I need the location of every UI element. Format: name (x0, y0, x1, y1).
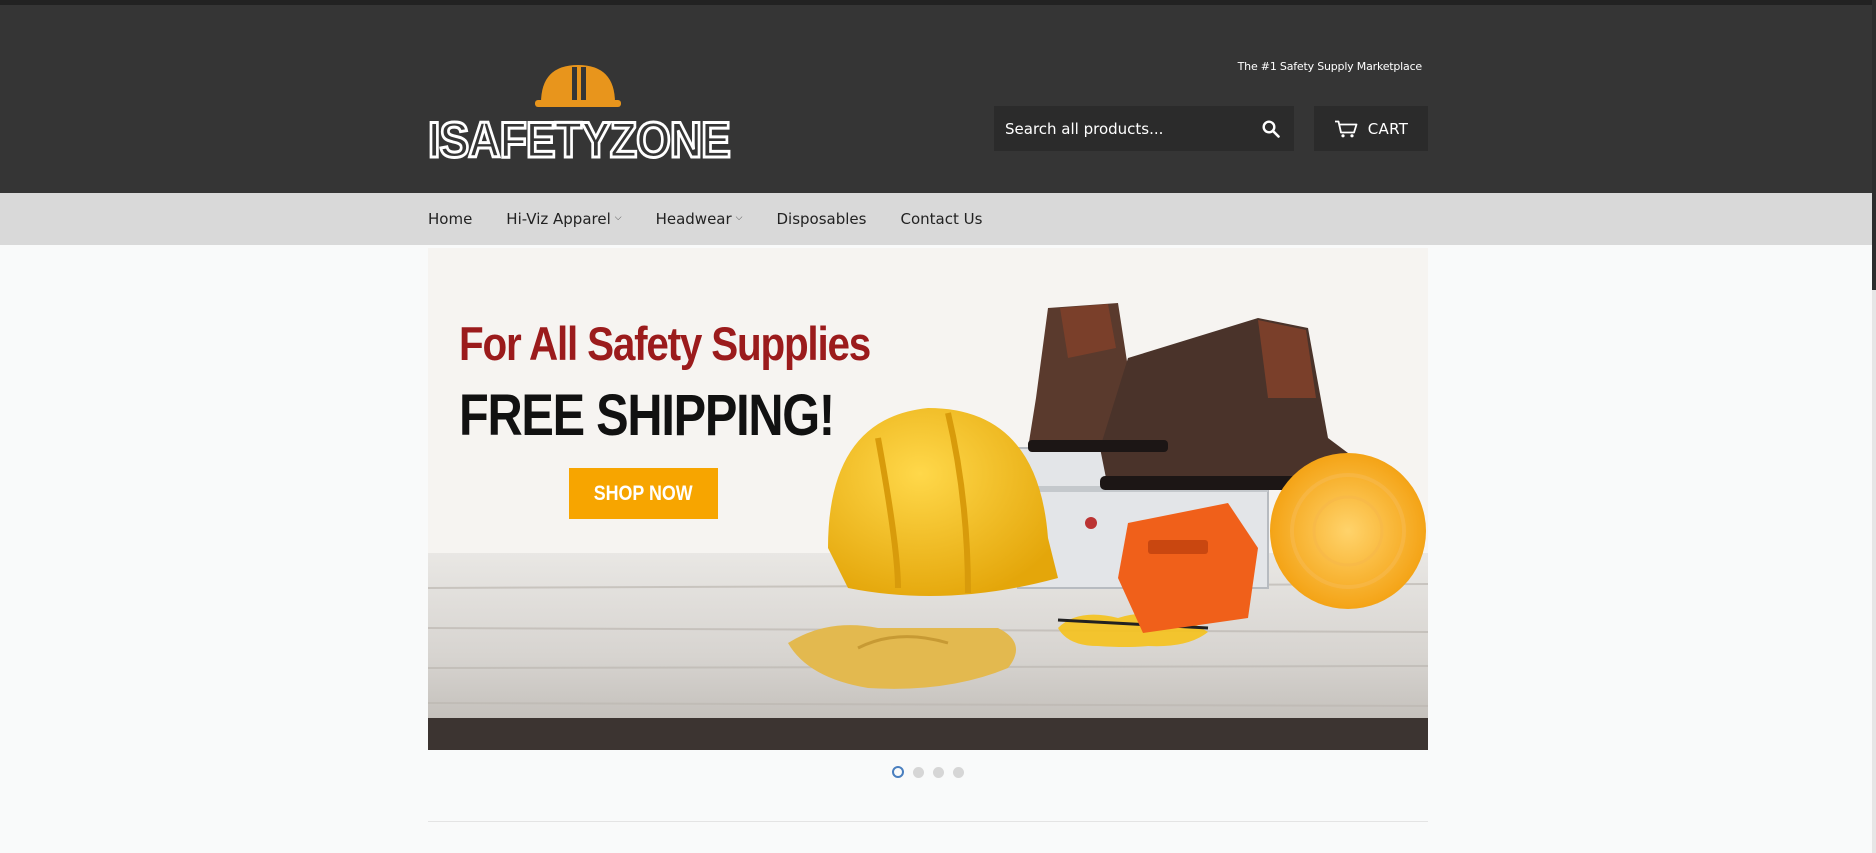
nav-item-headwear[interactable]: Headwear ⌵ (656, 210, 743, 228)
tagline: The #1 Safety Supply Marketplace (1237, 60, 1423, 73)
search-input[interactable] (995, 107, 1249, 150)
cart-icon (1334, 120, 1358, 137)
site-logo[interactable]: ISAFETYZONE (427, 60, 733, 170)
cart-button[interactable]: CART (1314, 106, 1428, 151)
nav-item-hi-viz-apparel[interactable]: Hi-Viz Apparel ⌵ (506, 210, 621, 228)
slider-dot-4[interactable] (953, 766, 964, 778)
logo-wordmark: ISAFETYZONE (428, 112, 730, 160)
hero-subheadline: FREE SHIPPING! (459, 383, 835, 448)
search-form (994, 106, 1294, 151)
chevron-down-icon: ⌵ (735, 213, 743, 223)
nav-item-label: Headwear (655, 210, 732, 228)
shop-now-label: SHOP NOW (594, 481, 693, 505)
search-icon (1262, 119, 1280, 138)
nav-item-label: Home (428, 210, 473, 228)
main-nav: Home Hi-Viz Apparel ⌵ Headwear ⌵ Disposa… (0, 193, 1872, 245)
nav-item-contact-us[interactable]: Contact Us (900, 210, 982, 228)
nav-item-disposables[interactable]: Disposables (776, 210, 866, 228)
nav-item-label: Contact Us (900, 210, 983, 228)
search-button[interactable] (1249, 107, 1293, 150)
shop-now-button[interactable]: SHOP NOW (569, 468, 718, 519)
slider-dots (892, 766, 964, 778)
hero-headline: For All Safety Supplies (459, 317, 871, 370)
section-divider (428, 821, 1428, 822)
logo-graphic: ISAFETYZONE (427, 65, 733, 170)
slider-dot-2[interactable] (913, 766, 924, 778)
slider-dot-1[interactable] (892, 766, 904, 778)
hero-slide[interactable]: For All Safety Supplies FREE SHIPPING! S… (428, 248, 1428, 750)
site-header: ISAFETYZONE The #1 Safety Supply Marketp… (0, 5, 1872, 193)
scrollbar-thumb[interactable] (1872, 0, 1876, 290)
chevron-down-icon: ⌵ (614, 213, 622, 223)
slider-dot-3[interactable] (933, 766, 944, 778)
page-scrollbar[interactable] (1872, 0, 1876, 853)
cart-label: CART (1367, 119, 1409, 138)
nav-item-home[interactable]: Home (428, 210, 472, 228)
nav-item-label: Disposables (776, 210, 867, 228)
nav-item-label: Hi-Viz Apparel (506, 210, 611, 228)
